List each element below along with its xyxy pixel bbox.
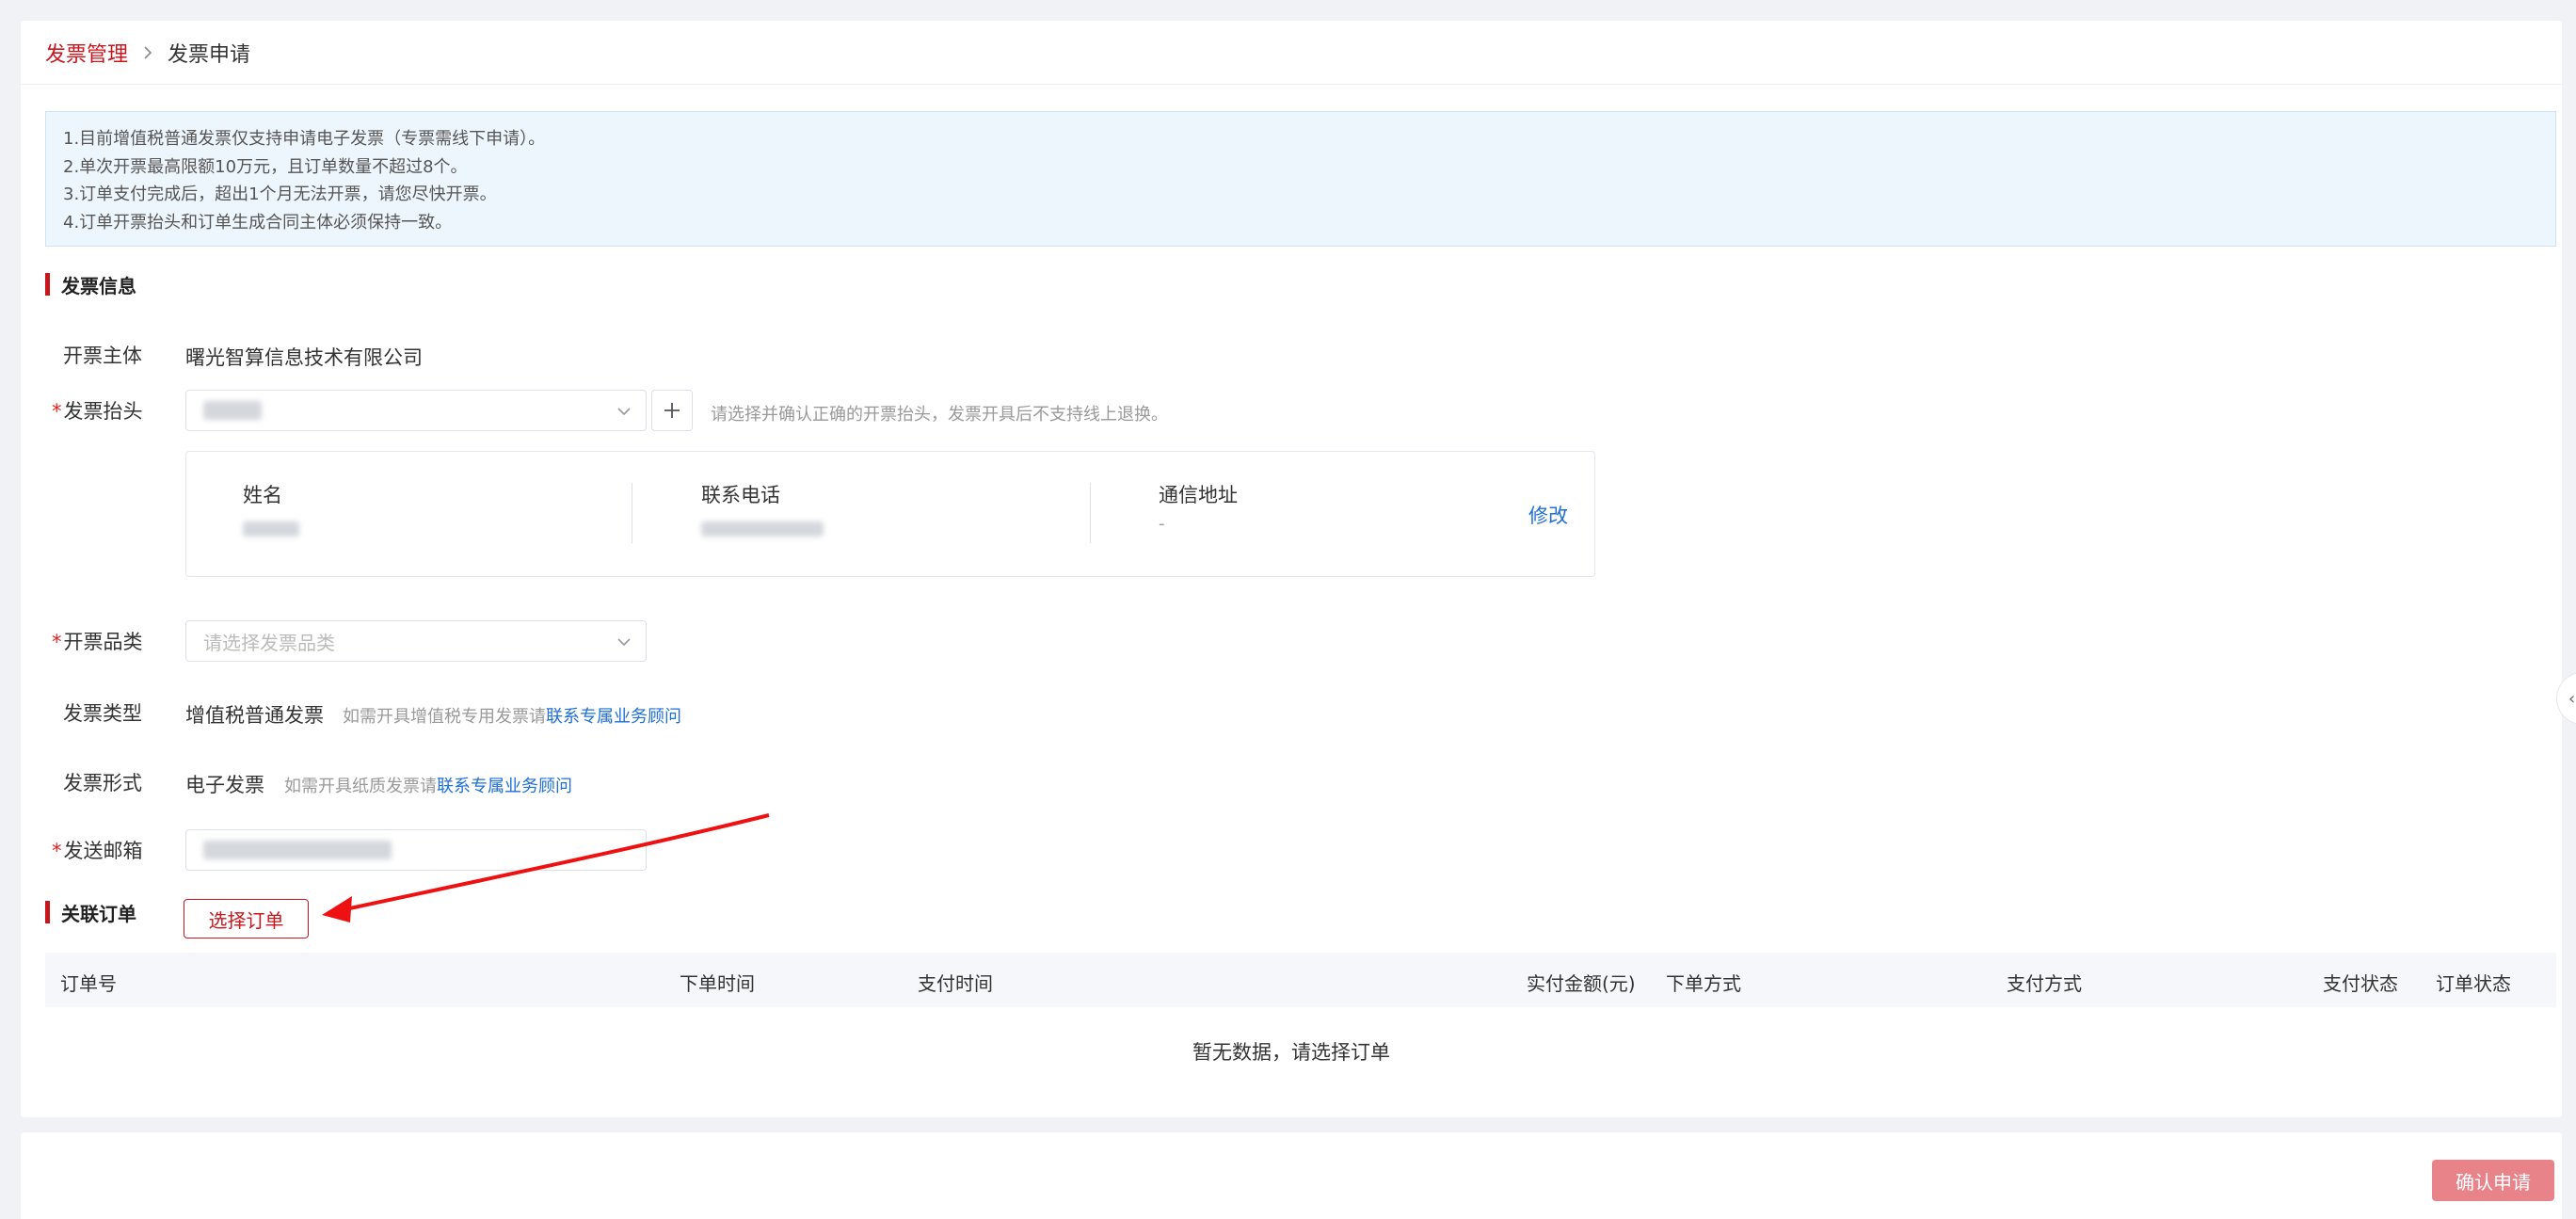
confirm-apply-button[interactable]: 确认申请 (2432, 1160, 2554, 1201)
notice-line: 3.订单支付完成后，超出1个月无法开票，请您尽快开票。 (63, 184, 497, 204)
col-order-no: 订单号 (60, 972, 117, 995)
chevron-down-icon (617, 408, 631, 416)
email-label: *发送邮箱 (52, 840, 143, 862)
footer-bar: 确认申请 (21, 1132, 2562, 1219)
notice-line: 2.单次开票最高限额10万元，且订单数量不超过8个。 (63, 156, 468, 177)
col-amount: 实付金额(元) (1527, 972, 1636, 995)
invoice-form-row: 发票形式 电子发票 如需开具纸质发票请联系专属业务顾问 (21, 768, 572, 796)
orders-empty-text: 暂无数据，请选择订单 (1192, 1041, 1390, 1064)
invoice-title-label: *发票抬头 (52, 400, 143, 423)
section-invoice-info: 发票信息 (45, 271, 136, 297)
section-bar (45, 901, 50, 923)
issuer-value: 曙光智算信息技术有限公司 (185, 346, 423, 369)
breadcrumb-current: 发票申请 (168, 42, 251, 67)
email-value-redacted (203, 841, 392, 859)
contact-phone: 联系电话 (701, 480, 824, 540)
edit-contact-link[interactable]: 修改 (1528, 501, 1568, 529)
add-title-button[interactable] (651, 390, 693, 431)
col-order-status: 订单状态 (2436, 972, 2511, 995)
email-input[interactable] (185, 829, 647, 871)
category-select[interactable]: 请选择发票品类 (185, 620, 647, 662)
col-order-time: 下单时间 (680, 972, 755, 995)
invoice-form-value: 电子发票 (185, 774, 264, 796)
invoice-type-label: 发票类型 (63, 702, 142, 725)
breadcrumb-invoice-management[interactable]: 发票管理 (45, 38, 128, 68)
category-row: *开票品类 (21, 620, 185, 662)
invoice-application-card: 发票管理 发票申请 1.目前增值税普通发票仅支持申请电子发票（专票需线下申请）。… (21, 21, 2562, 1117)
category-label: *开票品类 (52, 631, 143, 653)
invoice-title-hint: 请选择并确认正确的开票抬头，发票开具后不支持线上退换。 (711, 405, 1168, 425)
col-order-method: 下单方式 (1666, 972, 1741, 995)
section-title-text: 关联订单 (61, 902, 136, 925)
chevron-down-icon (617, 638, 631, 647)
breadcrumb: 发票管理 发票申请 (21, 21, 2562, 85)
invoice-type-row: 发票类型 增值税普通发票 如需开具增值税专用发票请联系专属业务顾问 (21, 698, 681, 727)
col-pay-method: 支付方式 (2007, 972, 2082, 995)
contact-advisor-link[interactable]: 联系专属业务顾问 (546, 707, 681, 727)
select-order-button[interactable]: 选择订单 (184, 899, 309, 938)
contact-address: 通信地址 - (1159, 484, 1238, 534)
notice-box: 1.目前增值税普通发票仅支持申请电子发票（专票需线下申请）。 2.单次开票最高限… (45, 111, 2556, 247)
invoice-type-value: 增值税普通发票 (185, 704, 324, 727)
col-pay-time: 支付时间 (918, 972, 993, 995)
section-title-text: 发票信息 (61, 274, 136, 297)
section-bar (45, 273, 50, 296)
issuer-label: 开票主体 (63, 345, 142, 367)
invoice-type-hint: 如需开具增值税专用发票请联系专属业务顾问 (343, 707, 681, 727)
plus-icon (664, 403, 680, 418)
name-redacted (243, 521, 299, 537)
divider (1090, 483, 1091, 543)
contact-name: 姓名 (243, 480, 299, 540)
issuer-row: 开票主体 曙光智算信息技术有限公司 (21, 341, 423, 369)
phone-redacted (701, 521, 824, 537)
email-row: *发送邮箱 (21, 829, 185, 871)
invoice-title-value-redacted (203, 401, 262, 420)
invoice-form-hint: 如需开具纸质发票请联系专属业务顾问 (284, 777, 572, 796)
orders-table-header: 订单号 下单时间 支付时间 实付金额(元) 下单方式 支付方式 支付状态 订单状… (45, 953, 2556, 1007)
chevron-right-icon (141, 45, 154, 59)
contact-info-box: 姓名 联系电话 通信地址 - 修改 (185, 451, 1595, 577)
category-placeholder: 请选择发票品类 (203, 631, 335, 654)
contact-advisor-link[interactable]: 联系专属业务顾问 (437, 777, 572, 796)
chevron-left-icon: ‹ (2568, 688, 2576, 709)
section-related-orders: 关联订单 (45, 899, 136, 925)
invoice-form-label: 发票形式 (63, 772, 142, 794)
col-pay-status: 支付状态 (2323, 972, 2398, 995)
invoice-title-row: *发票抬头 (21, 390, 185, 431)
invoice-title-select[interactable] (185, 390, 647, 431)
notice-line: 1.目前增值税普通发票仅支持申请电子发票（专票需线下申请）。 (63, 129, 546, 149)
notice-line: 4.订单开票抬头和订单生成合同主体必须保持一致。 (63, 212, 453, 233)
